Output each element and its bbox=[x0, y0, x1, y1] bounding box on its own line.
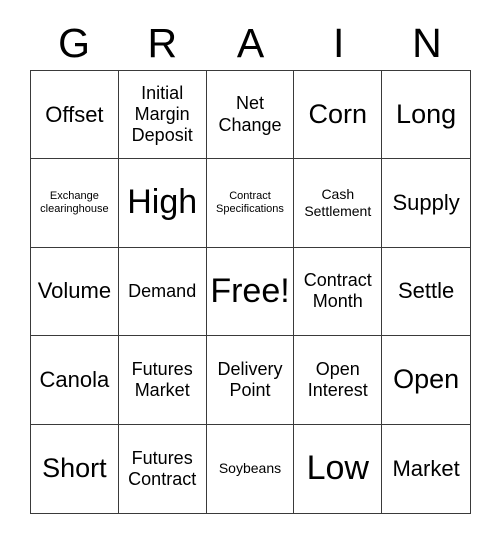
bingo-cell[interactable]: Open Interest bbox=[294, 336, 383, 425]
bingo-grid: Offset Initial Margin Deposit Net Change Co… bbox=[30, 70, 471, 514]
header-letter-3: I bbox=[333, 19, 345, 66]
bingo-cell-label: Corn bbox=[308, 99, 368, 130]
bingo-cell[interactable]: Canola bbox=[31, 336, 119, 425]
bingo-cell[interactable]: Market bbox=[382, 424, 470, 513]
bingo-cell-label: Market bbox=[392, 455, 460, 481]
bingo-header-row: GRAIN bbox=[30, 16, 471, 70]
bingo-cell-label: Futures Contract bbox=[128, 447, 197, 489]
bingo-cell[interactable]: Long bbox=[382, 71, 470, 160]
bingo-cell[interactable]: Demand bbox=[118, 247, 207, 337]
bingo-cell-label: Settle bbox=[397, 278, 455, 304]
bingo-cell[interactable]: Net Change bbox=[206, 71, 295, 160]
bingo-cell-free[interactable]: Free! bbox=[206, 247, 295, 337]
bingo-cell[interactable]: Exchange clearinghouse bbox=[31, 159, 119, 248]
bingo-cell-label: Canola bbox=[39, 366, 110, 392]
header-letter-1: R bbox=[147, 19, 178, 66]
bingo-cell-label: Long bbox=[396, 99, 457, 130]
bingo-cell[interactable]: Low bbox=[294, 424, 383, 513]
bingo-cell[interactable]: Soybeans bbox=[206, 424, 295, 513]
bingo-card: G R A I N Offset Initial Margin Deposit Net Ch… bbox=[0, 0, 500, 544]
bingo-cell-label: Volume bbox=[37, 278, 112, 304]
bingo-cell-label: Net Change bbox=[218, 93, 282, 135]
header-letter-2: A bbox=[236, 19, 265, 66]
bingo-cell-label: Demand bbox=[128, 280, 197, 301]
bingo-cell-label: High bbox=[127, 183, 198, 222]
bingo-cell[interactable]: High bbox=[118, 159, 207, 248]
bingo-cell-label: Supply bbox=[392, 190, 460, 215]
bingo-cell[interactable]: Contract Specifications bbox=[206, 159, 295, 248]
bingo-cell[interactable]: Futures Contract bbox=[118, 424, 207, 513]
bingo-cell-label: Delivery Point bbox=[217, 358, 283, 400]
bingo-cell[interactable]: Volume bbox=[31, 247, 119, 337]
bingo-cell-label: Cash Settlement bbox=[304, 186, 372, 220]
bingo-cell-label: Initial Margin Deposit bbox=[131, 82, 193, 146]
bingo-cell[interactable]: Delivery Point bbox=[206, 336, 295, 425]
bingo-cell[interactable]: Futures Market bbox=[118, 336, 207, 425]
bingo-cell-label: Offset bbox=[45, 101, 104, 127]
bingo-cell-label: Contract Specifications bbox=[216, 189, 284, 216]
header-letter-0: G bbox=[58, 19, 91, 66]
bingo-cell[interactable]: Contract Month bbox=[294, 247, 383, 337]
bingo-cell[interactable]: Corn bbox=[294, 71, 383, 160]
bingo-cell-label: Futures Market bbox=[131, 358, 193, 400]
bingo-cell[interactable]: Open bbox=[382, 336, 470, 425]
bingo-cell-label: Open Interest bbox=[307, 358, 368, 400]
bingo-cell-label: Exchange clearinghouse bbox=[40, 189, 109, 216]
bingo-cell[interactable]: Initial Margin Deposit bbox=[118, 71, 207, 160]
bingo-cell-label: Low bbox=[306, 448, 369, 487]
bingo-cell-label: Free! bbox=[210, 271, 290, 310]
bingo-cell-label: Contract Month bbox=[303, 270, 372, 312]
bingo-cell-label: Soybeans bbox=[218, 460, 282, 477]
header-letter-4: N bbox=[412, 19, 442, 66]
bingo-cell[interactable]: Short bbox=[31, 424, 119, 513]
bingo-cell[interactable]: Offset bbox=[31, 71, 119, 160]
bingo-cell[interactable]: Settle bbox=[382, 247, 470, 337]
bingo-cell[interactable]: Cash Settlement bbox=[294, 159, 383, 248]
bingo-cell-label: Open bbox=[393, 364, 460, 395]
bingo-cell[interactable]: Supply bbox=[382, 159, 470, 248]
bingo-cell-label: Short bbox=[42, 453, 107, 484]
